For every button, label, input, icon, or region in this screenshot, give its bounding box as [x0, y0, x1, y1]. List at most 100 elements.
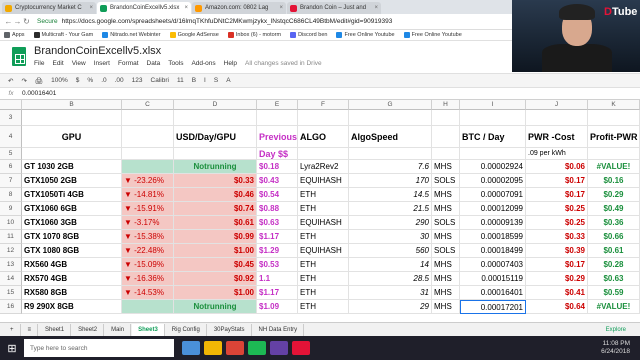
cell-j8[interactable]: $0.17: [526, 188, 588, 202]
cell-g6[interactable]: 7.6: [349, 160, 432, 174]
row-header[interactable]: 12: [0, 244, 22, 258]
bookmark-item[interactable]: Inbox (6) - motorm: [227, 32, 281, 38]
cell-h16[interactable]: MHS: [432, 300, 460, 314]
cell-f6[interactable]: Lyra2Rev2: [298, 160, 349, 174]
cell-k12[interactable]: $0.61: [588, 244, 640, 258]
cell-f16[interactable]: ETH: [298, 300, 349, 314]
cell-h13[interactable]: MHS: [432, 258, 460, 272]
bookmark-item[interactable]: Free Online Youtube: [403, 32, 462, 38]
cell-k8[interactable]: $0.29: [588, 188, 640, 202]
cell-c9[interactable]: ▼ -15.91%: [122, 202, 174, 216]
column-header[interactable]: C: [122, 100, 174, 110]
cell-e11[interactable]: $1.17: [257, 230, 298, 244]
formula-bar[interactable]: fx 0.00016401: [0, 88, 640, 100]
row-header[interactable]: 16: [0, 300, 22, 314]
doc-title[interactable]: BrandonCoinExcellv5.xlsx: [34, 45, 161, 57]
sheet-tab[interactable]: Rig Config: [166, 323, 207, 336]
cell-b14[interactable]: RX570 4GB: [22, 272, 122, 286]
cell-d8[interactable]: $0.46: [174, 188, 257, 202]
cell-i16[interactable]: 0.00017201: [460, 300, 526, 314]
cell-h5[interactable]: [432, 148, 460, 160]
cell-f7[interactable]: EQUIHASH: [298, 174, 349, 188]
cell-e8[interactable]: $0.54: [257, 188, 298, 202]
bookmark-item[interactable]: Multicraft - Your Gam: [33, 32, 93, 38]
cell-b9[interactable]: GTX1060 6GB: [22, 202, 122, 216]
menu-item-data[interactable]: Data: [147, 60, 161, 67]
taskbar-search[interactable]: Type here to search: [24, 339, 174, 357]
formula-value[interactable]: 0.00016401: [22, 90, 56, 97]
cell-b8[interactable]: GTX1050Ti 4GB: [22, 188, 122, 202]
cell-k15[interactable]: $0.59: [588, 286, 640, 300]
cell-b12[interactable]: GTX 1080 8GB: [22, 244, 122, 258]
cell-e13[interactable]: $0.53: [257, 258, 298, 272]
cell-h11[interactable]: MHS: [432, 230, 460, 244]
menu-item-insert[interactable]: Insert: [94, 60, 110, 67]
cell-g13[interactable]: 14: [349, 258, 432, 272]
cell-c10[interactable]: ▼ -3.17%: [122, 216, 174, 230]
row-header[interactable]: 7: [0, 174, 22, 188]
cell-b6[interactable]: GT 1030 2GB: [22, 160, 122, 174]
cell-h8[interactable]: MHS: [432, 188, 460, 202]
cell-i6[interactable]: 0.00002924: [460, 160, 526, 174]
cell-c14[interactable]: ▼ -16.36%: [122, 272, 174, 286]
windows-start-icon[interactable]: ⊞: [0, 336, 24, 360]
cell-j16[interactable]: $0.64: [526, 300, 588, 314]
cell-g15[interactable]: 31: [349, 286, 432, 300]
cell-h6[interactable]: MHS: [432, 160, 460, 174]
cell-c5[interactable]: [122, 148, 174, 160]
sheet-list-icon[interactable]: ≡: [22, 323, 39, 336]
row-header[interactable]: 15: [0, 286, 22, 300]
toolbar-button[interactable]: Calibri: [151, 77, 169, 84]
cell-i10[interactable]: 0.00009139: [460, 216, 526, 230]
cell-g9[interactable]: 21.5: [349, 202, 432, 216]
row-header[interactable]: 4: [0, 126, 22, 148]
cell-b16[interactable]: R9 290X 8GB: [22, 300, 122, 314]
menu-item-file[interactable]: File: [34, 60, 44, 67]
toolbar-button[interactable]: $: [76, 77, 80, 84]
cell-h12[interactable]: SOLS: [432, 244, 460, 258]
cell-g4[interactable]: AlgoSpeed: [349, 126, 432, 148]
chrome-icon[interactable]: [226, 341, 244, 355]
cell-b13[interactable]: RX560 4GB: [22, 258, 122, 272]
bookmark-item[interactable]: Apps: [4, 32, 25, 38]
cell-g3[interactable]: [349, 110, 432, 126]
cell-j11[interactable]: $0.33: [526, 230, 588, 244]
task-view-icon[interactable]: [182, 341, 200, 355]
cell-j13[interactable]: $0.17: [526, 258, 588, 272]
cell-d6[interactable]: Notrunning: [174, 160, 257, 174]
cell-b10[interactable]: GTX1060 3GB: [22, 216, 122, 230]
cell-e3[interactable]: [257, 110, 298, 126]
cell-h10[interactable]: SOLS: [432, 216, 460, 230]
sheet-tab[interactable]: 30PayStats: [208, 323, 252, 336]
toolbar-button[interactable]: ↶: [8, 77, 13, 85]
cell-k4[interactable]: Profit-PWR: [588, 126, 640, 148]
cell-j4[interactable]: PWR -Cost: [526, 126, 588, 148]
browser-tab[interactable]: BrandonCoinExcellv5.xlsx ×: [97, 2, 191, 14]
row-header[interactable]: 3: [0, 110, 22, 126]
sheets-logo-icon[interactable]: [12, 47, 26, 66]
sheet-tab[interactable]: Sheet2: [72, 323, 105, 336]
app-icon[interactable]: [248, 341, 266, 355]
add-sheet-icon[interactable]: +: [4, 323, 21, 336]
cell-i8[interactable]: 0.00007091: [460, 188, 526, 202]
cell-j12[interactable]: $0.39: [526, 244, 588, 258]
cell-f9[interactable]: ETH: [298, 202, 349, 216]
cell-g8[interactable]: 14.5: [349, 188, 432, 202]
cell-k13[interactable]: $0.28: [588, 258, 640, 272]
cell-e10[interactable]: $0.63: [257, 216, 298, 230]
cell-f12[interactable]: EQUIHASH: [298, 244, 349, 258]
cell-f14[interactable]: ETH: [298, 272, 349, 286]
cell-f13[interactable]: ETH: [298, 258, 349, 272]
cell-d14[interactable]: $0.92: [174, 272, 257, 286]
cell-k14[interactable]: $0.63: [588, 272, 640, 286]
sheet-tab[interactable]: Sheet1: [39, 323, 72, 336]
cell-g11[interactable]: 30: [349, 230, 432, 244]
cell-c8[interactable]: ▼ -14.81%: [122, 188, 174, 202]
column-header[interactable]: J: [526, 100, 588, 110]
cell-e5[interactable]: Day $$: [257, 148, 298, 160]
cell-d7[interactable]: $0.33: [174, 174, 257, 188]
toolbar-button[interactable]: %: [87, 77, 93, 84]
cell-j6[interactable]: $0.06: [526, 160, 588, 174]
cell-c15[interactable]: ▼ -14.53%: [122, 286, 174, 300]
cell-c7[interactable]: ▼ -23.26%: [122, 174, 174, 188]
